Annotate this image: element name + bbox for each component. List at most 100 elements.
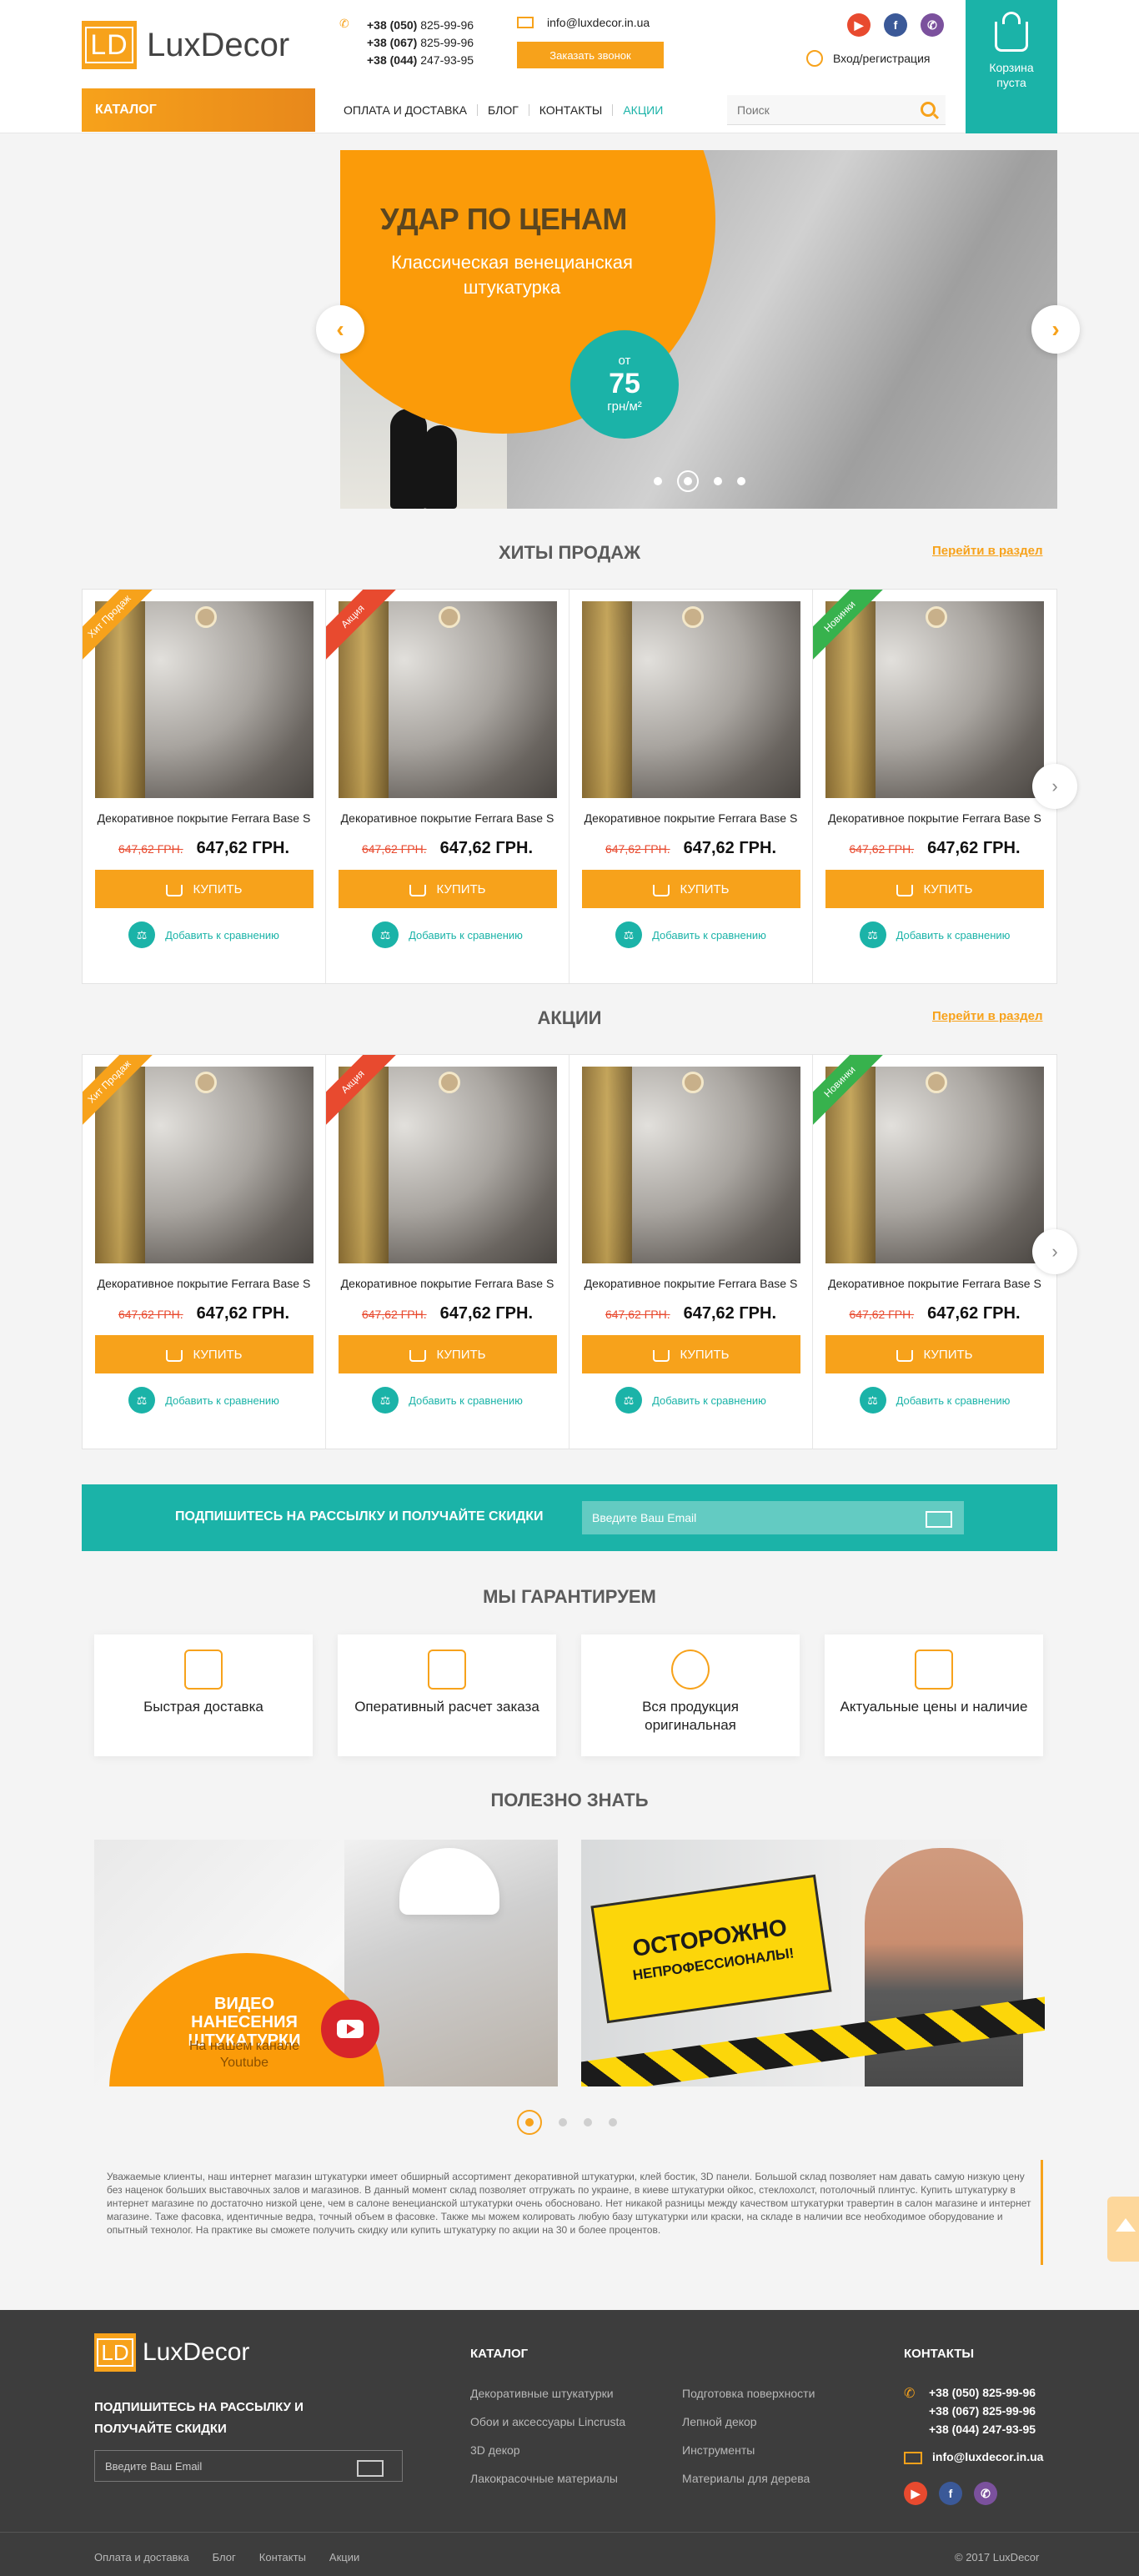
compare-link[interactable]: ⚖ Добавить к сравнению: [339, 921, 556, 948]
nav-item-delivery[interactable]: ОПЛАТА И ДОСТАВКА: [342, 104, 478, 116]
phone-line[interactable]: +38 (050) 825-99-96: [367, 17, 474, 34]
slider-dot[interactable]: [737, 477, 745, 485]
compare-link[interactable]: ⚖ Добавить к сравнению: [825, 1387, 1044, 1414]
product-name[interactable]: Декоративное покрытие Ferrara Base S: [339, 810, 556, 827]
login-link[interactable]: Вход/регистрация: [806, 50, 930, 67]
slider-dot[interactable]: [584, 2118, 592, 2127]
facebook-icon[interactable]: f: [884, 13, 907, 37]
buy-button[interactable]: КУПИТЬ: [95, 870, 314, 908]
product-name[interactable]: Декоративное покрытие Ferrara Base S: [582, 810, 800, 827]
footer-link-delivery[interactable]: Оплата и доставка: [94, 2551, 189, 2563]
phone-line[interactable]: +38 (067) 825-99-96: [367, 34, 474, 52]
phone-line[interactable]: +38 (044) 247-93-95: [929, 2420, 1036, 2438]
guarantee-item: Оперативный расчет заказа: [338, 1634, 556, 1756]
slider-dot[interactable]: [714, 477, 722, 485]
warning-banner[interactable]: ОСТОРОЖНО НЕПРОФЕССИОНАЛЫ!: [581, 1840, 1045, 2086]
nav-item-sales[interactable]: АКЦИИ: [613, 104, 673, 116]
facebook-icon[interactable]: f: [939, 2482, 962, 2505]
viber-icon[interactable]: ✆: [921, 13, 944, 37]
search-icon[interactable]: [921, 102, 936, 117]
product-card[interactable]: Акция Декоративное покрытие Ferrara Base…: [326, 590, 570, 983]
callback-button[interactable]: Заказать звонок: [517, 42, 664, 68]
product-name[interactable]: Декоративное покрытие Ferrara Base S: [95, 1275, 313, 1293]
product-card[interactable]: Хит Продаж Декоративное покрытие Ferrara…: [83, 590, 326, 983]
slider-dot-active[interactable]: [677, 470, 699, 492]
buy-button[interactable]: КУПИТЬ: [825, 870, 1044, 908]
logo[interactable]: LD LuxDecor: [82, 21, 289, 69]
buy-button[interactable]: КУПИТЬ: [582, 870, 800, 908]
scroll-top-button[interactable]: [1107, 2197, 1139, 2262]
subscribe-email-input[interactable]: [582, 1501, 964, 1534]
footer-catalog-link[interactable]: Обои и аксессуары Lincrusta: [470, 2415, 625, 2428]
slider-dot[interactable]: [609, 2118, 617, 2127]
footer-link-sales[interactable]: Акции: [329, 2551, 359, 2563]
product-name[interactable]: Декоративное покрытие Ferrara Base S: [825, 1275, 1044, 1293]
compare-link[interactable]: ⚖ Добавить к сравнению: [95, 1387, 313, 1414]
product-card[interactable]: Декоративное покрытие Ferrara Base S 647…: [570, 590, 813, 983]
product-name[interactable]: Декоративное покрытие Ferrara Base S: [339, 1275, 556, 1293]
buy-button[interactable]: КУПИТЬ: [95, 1335, 314, 1373]
scroll-indicator[interactable]: [1041, 2160, 1043, 2265]
slider-next-arrow-icon[interactable]: ›: [1031, 305, 1080, 354]
nav-item-blog[interactable]: БЛОГ: [478, 104, 529, 116]
sales-goto-link[interactable]: Перейти в раздел: [932, 1009, 1043, 1023]
product-card[interactable]: Акция Декоративное покрытие Ferrara Base…: [326, 1055, 570, 1449]
envelope-icon[interactable]: [357, 2460, 384, 2477]
product-name[interactable]: Декоративное покрытие Ferrara Base S: [582, 1275, 800, 1293]
footer-catalog-link[interactable]: Материалы для дерева: [682, 2472, 810, 2485]
compare-link[interactable]: ⚖ Добавить к сравнению: [825, 921, 1044, 948]
header-email[interactable]: info@luxdecor.in.ua: [547, 16, 650, 29]
cart-button[interactable]: Корзина пуста: [966, 0, 1057, 133]
medal-icon: [671, 1650, 710, 1690]
phone-line[interactable]: +38 (050) 825-99-96: [929, 2383, 1036, 2402]
catalog-button[interactable]: КАТАЛОГ: [82, 88, 315, 132]
youtube-icon[interactable]: ▶: [847, 13, 871, 37]
product-image[interactable]: [582, 601, 800, 798]
useful-slider-dots: [517, 2110, 617, 2135]
buy-button[interactable]: КУПИТЬ: [582, 1335, 800, 1373]
footer-catalog-link[interactable]: Лепной декор: [682, 2415, 757, 2428]
buy-button[interactable]: КУПИТЬ: [825, 1335, 1044, 1373]
slider-dot[interactable]: [654, 477, 662, 485]
footer-email[interactable]: info@luxdecor.in.ua: [932, 2450, 1043, 2463]
slider-dot[interactable]: [559, 2118, 567, 2127]
product-card[interactable]: Новинки Декоративное покрытие Ferrara Ba…: [813, 590, 1056, 983]
compare-link[interactable]: ⚖ Добавить к сравнению: [339, 1387, 556, 1414]
footer-logo[interactable]: LD LuxDecor: [94, 2333, 249, 2372]
footer-link-contacts[interactable]: Контакты: [259, 2551, 306, 2563]
phone-line[interactable]: +38 (067) 825-99-96: [929, 2402, 1036, 2420]
compare-link[interactable]: ⚖ Добавить к сравнению: [95, 921, 313, 948]
compare-link[interactable]: ⚖ Добавить к сравнению: [582, 1387, 800, 1414]
product-card[interactable]: Хит Продаж Декоративное покрытие Ferrara…: [83, 1055, 326, 1449]
nav-item-contacts[interactable]: КОНТАКТЫ: [529, 104, 614, 116]
product-name[interactable]: Декоративное покрытие Ferrara Base S: [95, 810, 313, 827]
compare-link[interactable]: ⚖ Добавить к сравнению: [582, 921, 800, 948]
slider-prev-arrow-icon[interactable]: ‹: [316, 305, 364, 354]
envelope-icon[interactable]: [926, 1511, 952, 1528]
footer-catalog-link[interactable]: Лакокрасочные материалы: [470, 2472, 618, 2485]
product-image[interactable]: [582, 1067, 800, 1263]
footer-link-blog[interactable]: Блог: [213, 2551, 236, 2563]
youtube-icon[interactable]: ▶: [904, 2482, 927, 2505]
video-banner[interactable]: ВИДЕО НАНЕСЕНИЯ ШТУКАТУРКИ На нашем кана…: [94, 1840, 558, 2086]
lamp-image: [195, 1072, 217, 1093]
viber-icon[interactable]: ✆: [974, 2482, 997, 2505]
footer-catalog-link[interactable]: Инструменты: [682, 2443, 755, 2457]
product-card[interactable]: Новинки Декоративное покрытие Ferrara Ba…: [813, 1055, 1056, 1449]
footer-catalog-link[interactable]: 3D декор: [470, 2443, 520, 2457]
product-name[interactable]: Декоративное покрытие Ferrara Base S: [825, 810, 1044, 827]
buy-button[interactable]: КУПИТЬ: [339, 1335, 557, 1373]
search-input[interactable]: [727, 95, 946, 125]
hits-goto-link[interactable]: Перейти в раздел: [932, 544, 1043, 558]
footer-catalog-link[interactable]: Декоративные штукатурки: [470, 2387, 614, 2400]
sales-next-arrow-icon[interactable]: ›: [1032, 1229, 1077, 1274]
footer-catalog-link[interactable]: Подготовка поверхности: [682, 2387, 815, 2400]
product-card[interactable]: Декоративное покрытие Ferrara Base S 647…: [570, 1055, 813, 1449]
phone-line[interactable]: +38 (044) 247-93-95: [367, 52, 474, 69]
hits-next-arrow-icon[interactable]: ›: [1032, 764, 1077, 809]
badge-new: Новинки: [813, 590, 888, 665]
youtube-play-icon[interactable]: [321, 2000, 379, 2058]
site-footer: LD LuxDecor ПОДПИШИТЕСЬ НА РАССЫЛКУ И ПО…: [0, 2310, 1139, 2576]
buy-button[interactable]: КУПИТЬ: [339, 870, 557, 908]
slider-dot-active[interactable]: [517, 2110, 542, 2135]
